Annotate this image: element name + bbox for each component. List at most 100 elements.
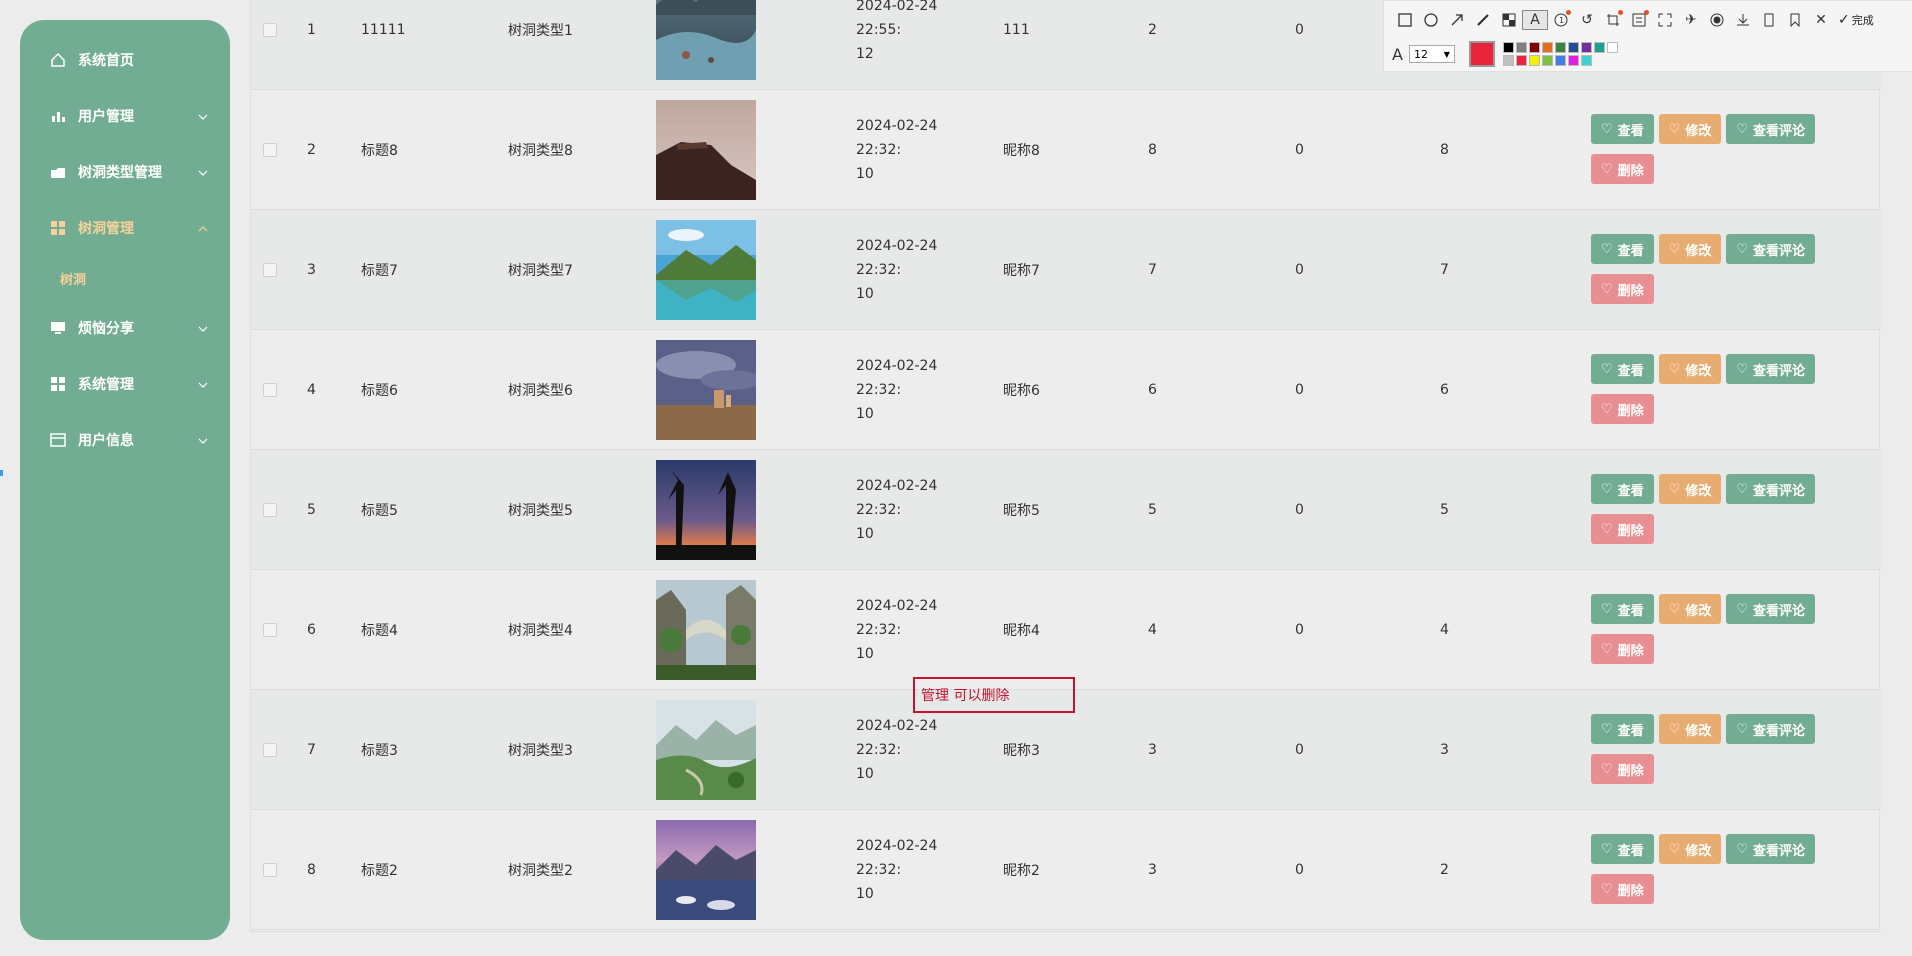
palette-swatch[interactable] [1502,55,1514,66]
expand-icon[interactable] [1652,10,1678,30]
bookmark-icon[interactable] [1782,10,1808,30]
view-button[interactable]: ♡查看 [1591,714,1654,744]
palette-swatch[interactable] [1528,55,1540,66]
row-count-b: 0 [1295,381,1304,398]
sidebar-item-4[interactable]: 烦恼分享 [20,300,230,356]
palette-swatch[interactable] [1554,55,1566,66]
crop-icon[interactable] [1600,10,1626,30]
palette-swatch[interactable] [1567,55,1579,66]
row-actions: ♡查看♡修改♡查看评论 ♡删除 [1591,354,1861,434]
heart-icon: ♡ [1601,401,1613,417]
row-count-b: 0 [1295,261,1304,278]
row-date: 2024-02-24 22:32: 10 [856,477,938,542]
view-button[interactable]: ♡查看 [1591,234,1654,264]
font-size-select[interactable]: 12 ▼ [1408,45,1455,63]
palette-swatch[interactable] [1567,42,1579,53]
record-icon[interactable] [1704,10,1730,30]
edge-marker [0,470,3,476]
palette-swatch[interactable] [1528,42,1540,53]
row-checkbox[interactable] [263,862,277,877]
palette-swatch[interactable] [1541,55,1553,66]
pin-icon[interactable]: ✈ [1678,10,1704,30]
mosaic-tool-icon[interactable] [1496,10,1522,30]
sidebar-item-3[interactable]: 树洞管理 [20,200,230,256]
view-button[interactable]: ♡查看 [1591,474,1654,504]
edit-button[interactable]: ♡修改 [1658,714,1722,744]
row-checkbox[interactable] [263,22,277,37]
heart-icon: ♡ [1736,841,1748,857]
palette-swatch[interactable] [1515,55,1527,66]
pencil-tool-icon[interactable] [1470,10,1496,30]
edit-button[interactable]: ♡修改 [1658,234,1722,264]
heart-icon: ♡ [1601,121,1613,137]
sidebar-item-1[interactable]: 用户管理 [20,88,230,144]
sidebar-item-6[interactable]: 用户信息 [20,412,230,468]
edit-button[interactable]: ♡修改 [1658,594,1722,624]
row-date: 2024-02-24 22:32: 10 [856,717,938,782]
current-color-swatch[interactable] [1468,41,1495,67]
edit-button[interactable]: ♡修改 [1658,834,1722,864]
palette-swatch[interactable] [1554,42,1566,53]
edit-button-label: 修改 [1685,723,1712,739]
heart-icon: ♡ [1601,721,1613,737]
view-button[interactable]: ♡查看 [1591,114,1654,144]
arrow-tool-icon[interactable] [1444,10,1470,30]
view-comments-button[interactable]: ♡ 查看评论 [1726,354,1816,384]
edit-button[interactable]: ♡修改 [1658,354,1722,384]
palette-swatch[interactable] [1541,42,1553,53]
delete-button[interactable]: ♡删除 [1591,394,1654,424]
sidebar-item-5[interactable]: 系统管理 [20,356,230,412]
number-tool-icon[interactable]: 1 [1548,10,1574,30]
view-button[interactable]: ♡查看 [1591,594,1654,624]
row-checkbox[interactable] [263,262,277,277]
ellipse-tool-icon[interactable] [1418,10,1444,30]
row-title: 标题3 [361,742,398,759]
ocr-icon[interactable] [1626,10,1652,30]
palette-swatch[interactable] [1606,42,1618,53]
device-icon[interactable] [1756,10,1782,30]
delete-button[interactable]: ♡删除 [1591,754,1654,784]
palette-swatch[interactable] [1502,42,1514,53]
row-count-a: 7 [1148,261,1157,278]
row-count-c: 5 [1440,501,1449,518]
row-title: 标题7 [361,262,398,279]
view-comments-button[interactable]: ♡ 查看评论 [1726,234,1816,264]
row-checkbox[interactable] [263,622,277,637]
rectangle-tool-icon[interactable] [1392,10,1418,30]
view-comments-button[interactable]: ♡ 查看评论 [1726,594,1816,624]
row-date: 2024-02-24 22:55: 12 [856,0,938,62]
sidebar-item-0[interactable]: 系统首页 [20,32,230,88]
delete-button[interactable]: ♡删除 [1591,514,1654,544]
row-checkbox[interactable] [263,142,277,157]
row-count-c: 4 [1440,621,1449,638]
palette-swatch[interactable] [1515,42,1527,53]
text-tool-icon[interactable]: A [1522,10,1548,30]
finish-label: 完成 [1851,14,1874,27]
delete-button[interactable]: ♡删除 [1591,634,1654,664]
row-index: 8 [307,861,316,878]
view-button[interactable]: ♡查看 [1591,354,1654,384]
view-comments-button[interactable]: ♡ 查看评论 [1726,474,1816,504]
sidebar-item-2[interactable]: 树洞类型管理 [20,144,230,200]
view-comments-button[interactable]: ♡ 查看评论 [1726,114,1816,144]
row-checkbox[interactable] [263,502,277,517]
delete-button[interactable]: ♡删除 [1591,874,1654,904]
edit-button[interactable]: ♡修改 [1658,474,1722,504]
download-icon[interactable] [1730,10,1756,30]
row-checkbox[interactable] [263,382,277,397]
palette-swatch[interactable] [1580,55,1592,66]
view-comments-button[interactable]: ♡ 查看评论 [1726,834,1816,864]
finish-button[interactable]: ✓ 完成 [1838,12,1874,28]
text-annotation[interactable]: 管理 可以删除 [913,677,1075,713]
undo-icon[interactable]: ↺ [1574,10,1600,30]
row-checkbox[interactable] [263,742,277,757]
close-icon[interactable]: ✕ [1808,10,1834,30]
view-comments-button[interactable]: ♡ 查看评论 [1726,714,1816,744]
edit-button[interactable]: ♡修改 [1658,114,1722,144]
submenu-item[interactable]: 树洞 [20,256,230,300]
view-button[interactable]: ♡查看 [1591,834,1654,864]
delete-button[interactable]: ♡删除 [1591,274,1654,304]
palette-swatch[interactable] [1593,42,1605,53]
palette-swatch[interactable] [1580,42,1592,53]
delete-button[interactable]: ♡删除 [1591,154,1654,184]
